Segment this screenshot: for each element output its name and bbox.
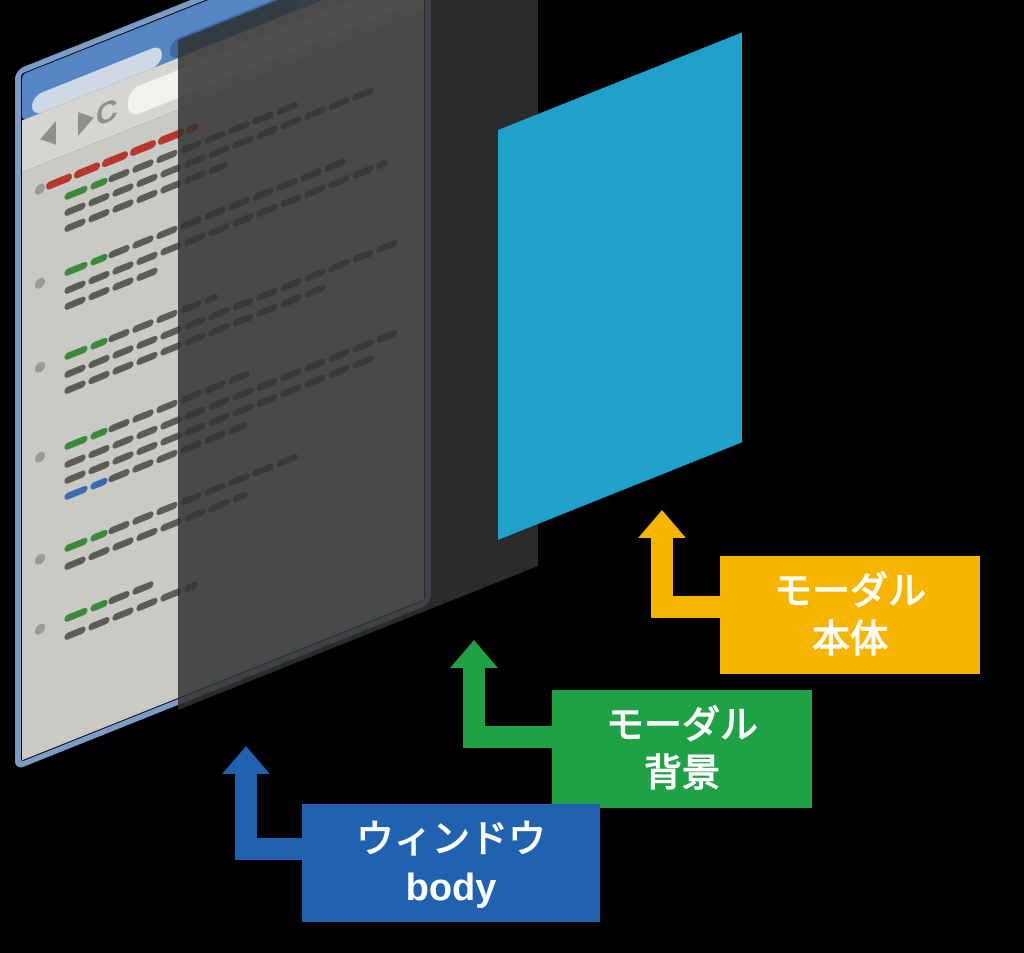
label-window-body: ウィンドウ body [302, 804, 600, 922]
label-modal-body-line2: 本体 [812, 619, 888, 661]
diagram-canvas: C [0, 0, 1024, 953]
label-window-body-line2: body [406, 867, 497, 909]
modal-backdrop-layer [178, 0, 538, 710]
label-window-body-line1: ウィンドウ [356, 819, 546, 861]
arrow-window-body [222, 746, 315, 860]
label-modal-background: モーダル 背景 [552, 690, 812, 808]
label-modal-background-line1: モーダル [606, 705, 758, 747]
arrow-modal-body [638, 510, 731, 618]
label-modal-body-line1: モーダル [774, 571, 926, 613]
label-modal-body: モーダル 本体 [720, 556, 980, 674]
arrow-modal-background [450, 640, 563, 748]
label-modal-background-line2: 背景 [644, 753, 720, 795]
